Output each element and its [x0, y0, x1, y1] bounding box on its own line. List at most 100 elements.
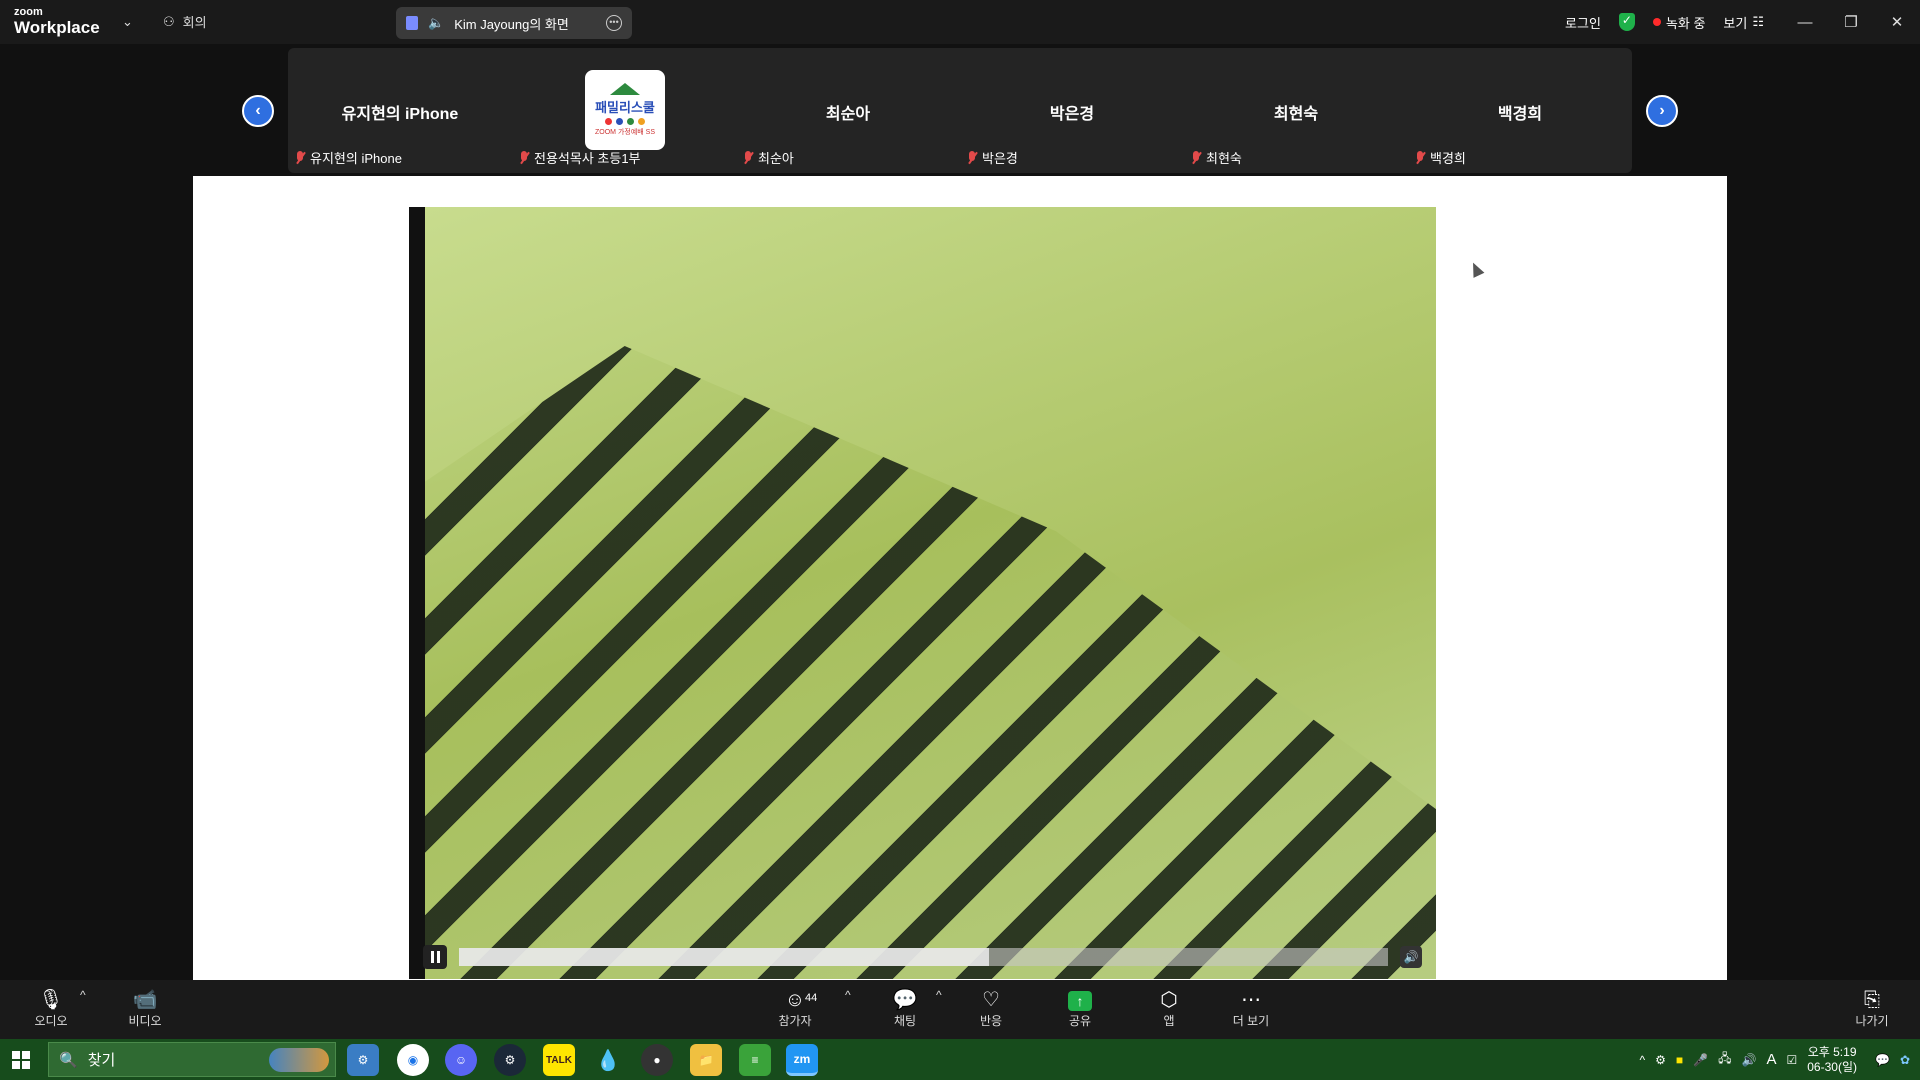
title-bar: zoom Workplace ⌄ ⚇ 회의 🔈 Kim Jayoung의 화면 …: [0, 0, 1920, 44]
apps-label: 앱: [1163, 1014, 1175, 1028]
pause-button[interactable]: [423, 945, 447, 969]
participant-tile[interactable]: 박은경 박은경: [960, 48, 1184, 173]
participants-options-caret-icon[interactable]: ^: [845, 988, 851, 1002]
recording-indicator[interactable]: 녹화 중: [1652, 13, 1706, 32]
mic-muted-icon: [1414, 150, 1426, 165]
participant-label: 최현숙: [1206, 151, 1242, 166]
video-controls: 🔊: [409, 935, 1436, 979]
restore-icon[interactable]: ❐: [1828, 13, 1874, 31]
volume-tray-icon[interactable]: 🔊: [1742, 1053, 1757, 1067]
discord-icon[interactable]: ☺: [445, 1044, 477, 1076]
taskbar-search[interactable]: 🔍 찾기: [48, 1042, 336, 1077]
participant-tile[interactable]: 최현숙 최현숙: [1184, 48, 1408, 173]
more-icon: ⋯: [1241, 989, 1261, 1011]
participant-name: 최현숙: [1273, 106, 1319, 123]
kakaotalk-tray-icon[interactable]: ■: [1676, 1053, 1683, 1067]
church-logo: 패밀리스쿨 ZOOM 가정예배 SS: [585, 70, 665, 150]
mic-muted-icon: [966, 150, 978, 165]
seek-progress: [459, 948, 989, 966]
mic-muted-icon: [742, 150, 754, 165]
windows-taskbar: 🔍 찾기 ⚙ ◉ ☺ ⚙ TALK 💧 ● 📁 ≡ zm ^ ⚙ ■ 🎤 🖧 🔊…: [0, 1039, 1920, 1080]
share-label: 공유: [1068, 1014, 1092, 1028]
view-button[interactable]: 보기 ☷: [1723, 13, 1764, 32]
drop-app-icon[interactable]: 💧: [592, 1044, 624, 1076]
more-button[interactable]: ⋯ 더 보기: [1226, 988, 1276, 1029]
share-indicator[interactable]: 🔈 Kim Jayoung의 화면 •••: [396, 7, 632, 39]
clock[interactable]: 오후 5:19 06-30(일): [1807, 1045, 1857, 1075]
steam-tray-icon[interactable]: ⚙: [1655, 1053, 1666, 1067]
shared-screen: 🔊: [193, 176, 1727, 980]
mic-muted-icon: 🎙: [38, 989, 64, 1011]
video-player[interactable]: 🔊: [409, 207, 1436, 979]
apps-icon: ⬡: [1160, 989, 1178, 1011]
close-icon[interactable]: ✕: [1874, 13, 1920, 31]
ime-mode-icon[interactable]: ☑: [1786, 1053, 1797, 1067]
search-placeholder: 찾기: [87, 1052, 116, 1069]
participant-tile[interactable]: 유지현의 iPhone 유지현의 iPhone: [288, 48, 512, 173]
apps-button[interactable]: ⬡ 앱: [1148, 988, 1190, 1029]
meeting-menu-button[interactable]: ⚇ 회의: [163, 12, 207, 31]
chrome-icon[interactable]: ◉: [397, 1044, 429, 1076]
volume-icon[interactable]: 🔊: [1400, 946, 1422, 968]
screen-share-icon: [406, 16, 418, 30]
login-button[interactable]: 로그인: [1565, 13, 1601, 32]
chevron-left-icon[interactable]: ‹: [242, 95, 274, 127]
reactions-button[interactable]: ♡ 반응: [970, 988, 1012, 1029]
chat-label: 채팅: [893, 1014, 917, 1028]
leave-label: 나가기: [1855, 1014, 1889, 1028]
ime-indicator[interactable]: A: [1766, 1051, 1776, 1068]
participant-label: 최순아: [758, 151, 794, 166]
video-label: 비디오: [128, 1014, 162, 1028]
leave-button[interactable]: ⎘ 나가기: [1850, 988, 1894, 1029]
recording-label: 녹화 중: [1665, 15, 1706, 31]
participant-tile[interactable]: 최순아 최순아: [736, 48, 960, 173]
participants-button[interactable]: ☺ 44 참가자: [773, 988, 817, 1029]
mic-muted-icon: [1190, 150, 1202, 165]
microphone-tray-icon[interactable]: 🎤: [1693, 1053, 1708, 1067]
zoom-logo[interactable]: zoom Workplace: [14, 7, 100, 37]
speaker-icon: 🔈: [428, 15, 445, 30]
logo-title: 패밀리스쿨: [595, 100, 655, 115]
logo-subtitle: ZOOM 가정예배 SS: [595, 129, 655, 136]
share-title: Kim Jayoung의 화면: [454, 16, 569, 32]
grid-icon: ☷: [1752, 14, 1764, 29]
participant-tile[interactable]: 패밀리스쿨 ZOOM 가정예배 SS 전용석목사 초등1부: [512, 48, 736, 173]
tray-overflow-icon[interactable]: ^: [1640, 1053, 1646, 1067]
more-options-icon[interactable]: •••: [606, 15, 622, 31]
participant-name: 유지현의 iPhone: [341, 106, 459, 123]
brand-big: Workplace: [14, 18, 100, 37]
copilot-icon[interactable]: ✿: [1900, 1053, 1910, 1067]
audio-options-caret-icon[interactable]: ^: [80, 988, 86, 1002]
chevron-down-icon[interactable]: ⌄: [122, 14, 133, 30]
video-edge: [409, 207, 425, 979]
seek-bar[interactable]: [459, 948, 1388, 966]
audio-label: 오디오: [34, 1014, 68, 1028]
participant-count: 44: [805, 992, 818, 1004]
security-shield-icon[interactable]: [1618, 13, 1635, 31]
chat-button[interactable]: 💬 채팅: [884, 988, 926, 1029]
chat-icon: 💬: [892, 989, 918, 1011]
share-button[interactable]: ↑ 공유: [1059, 988, 1101, 1029]
video-frame: [409, 207, 1436, 810]
participants-label: 참가자: [778, 1014, 812, 1028]
chevron-right-icon[interactable]: ›: [1646, 95, 1678, 127]
steam-icon[interactable]: ⚙: [494, 1044, 526, 1076]
kakaotalk-icon[interactable]: TALK: [543, 1044, 575, 1076]
participant-name: 백경희: [1497, 106, 1543, 123]
minimize-icon[interactable]: —: [1782, 14, 1828, 31]
github-icon[interactable]: ●: [641, 1044, 673, 1076]
windows-start-icon[interactable]: [12, 1051, 30, 1069]
network-icon[interactable]: 🖧: [1718, 1049, 1731, 1070]
search-highlight-image: [269, 1047, 329, 1072]
zoom-taskbar-icon[interactable]: zm: [786, 1044, 818, 1076]
meeting-label: 회의: [182, 15, 207, 30]
participant-tile[interactable]: 백경희 백경희: [1408, 48, 1632, 173]
notifications-icon[interactable]: 💬: [1875, 1053, 1890, 1067]
system-tray: ^ ⚙ ■ 🎤 🖧 🔊 A ☑ 오후 5:19 06-30(일) 💬 ✿: [1640, 1039, 1920, 1080]
notes-app-icon[interactable]: ≡: [739, 1044, 771, 1076]
video-button[interactable]: 📹 비디오: [124, 988, 166, 1029]
chat-options-caret-icon[interactable]: ^: [936, 988, 942, 1002]
file-explorer-icon[interactable]: 📁: [690, 1044, 722, 1076]
settings-app-icon[interactable]: ⚙: [347, 1044, 379, 1076]
audio-button[interactable]: 🎙 오디오: [30, 988, 72, 1029]
